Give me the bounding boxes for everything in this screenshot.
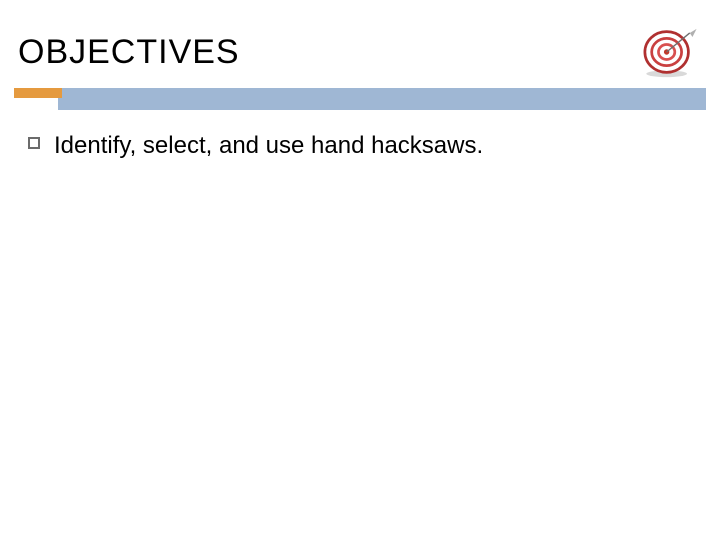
divider-orange [14,88,62,98]
title-row: OBJECTIVES [18,24,702,80]
bullet-text: Identify, select, and use hand hacksaws. [54,130,483,161]
slide: OBJECTIVES Identify, select, and use han… [0,0,720,540]
divider-bar [14,88,706,110]
bullet-square-icon [28,137,40,149]
target-icon [634,24,702,80]
content-area: Identify, select, and use hand hacksaws. [28,130,692,161]
divider-blue [58,88,706,110]
slide-title: OBJECTIVES [18,33,240,72]
list-item: Identify, select, and use hand hacksaws. [28,130,692,161]
